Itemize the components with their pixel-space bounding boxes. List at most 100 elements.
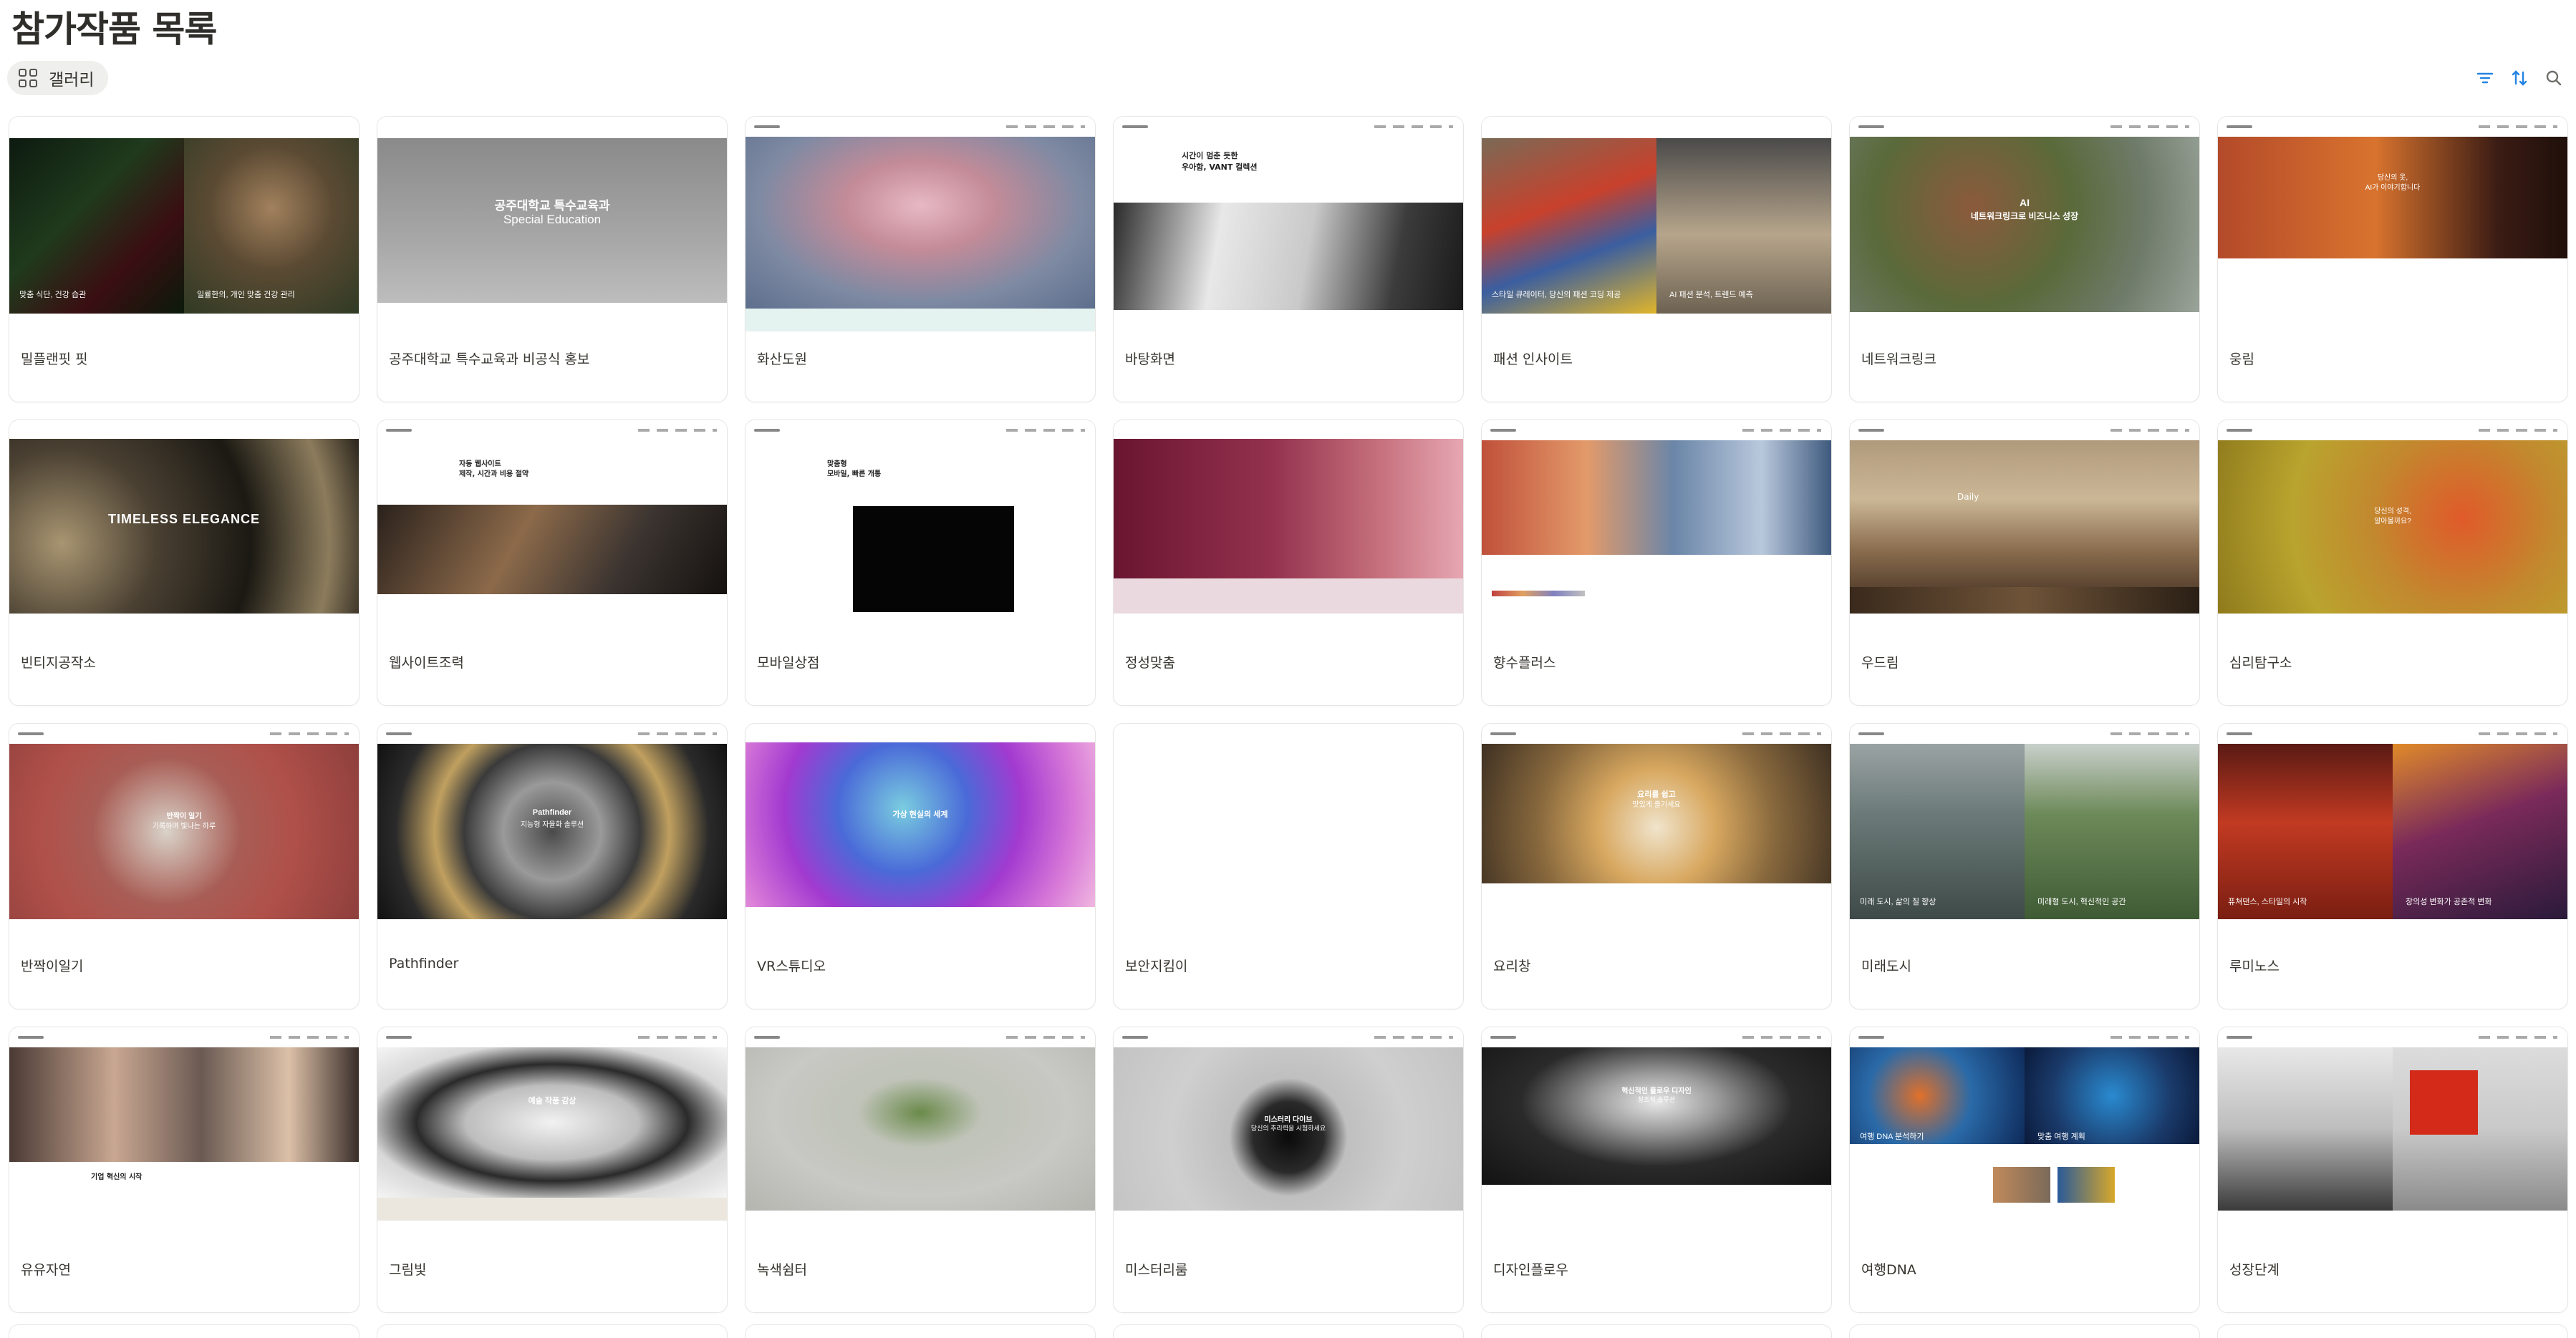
card-title: 디자인플로우 [1493,1262,1568,1278]
card-thumbnail: 요리를 쉽고 맛있게 즐기세요 [1482,724,1831,939]
gallery-card[interactable]: 예술 작품 감상 그림빛 [377,1027,728,1313]
gallery-card[interactable]: 향수플러스 [1481,420,1832,706]
card-caption-right: AI 패션 분석, 트렌드 예측 [1669,291,1753,299]
gallery-partial-row [9,1324,2572,1338]
card-thumbnail: TIMELESS ELEGANCE [9,420,359,635]
gallery-card[interactable]: 스타일 큐레이터, 당신의 패션 코딩 제공 AI 패션 분석, 트렌드 예측 … [1481,116,1832,402]
card-title: 요리창 [1493,959,1531,974]
gallery-card[interactable]: 성장단계 [2217,1027,2568,1313]
card-title: 웹사이트조력 [389,655,464,671]
gallery-card[interactable]: 화산도원 [745,116,1096,402]
card-title: Pathfinder [389,956,459,971]
gallery-card[interactable]: 가상 현실의 세계 VR스튜디오 [745,723,1096,1009]
gallery-card[interactable]: 맞춤 식단, 건강 습관 일률한의, 개인 맞춤 건강 관리 밀플랜핏 핏 [9,116,360,402]
card-title: 보안지킴이 [1125,959,1188,974]
gallery-card[interactable] [2217,1324,2568,1338]
card-subline: AI가 이야기합니다 [2365,184,2421,192]
card-thumbnail [746,1027,1095,1242]
card-thumbnail: 맞춤 식단, 건강 습관 일률한의, 개인 맞춤 건강 관리 [9,117,359,331]
card-subline: 지능형 자율화 솔루션 [520,821,584,829]
card-title: 녹색쉼터 [757,1262,807,1278]
gallery-card[interactable]: AI 네트워크링크로 비즈니스 성장 네트워크링크 [1849,116,2200,402]
card-thumbnail [2218,1027,2567,1242]
card-title: 여행DNA [1861,1262,1916,1278]
gallery-card[interactable]: 요리를 쉽고 맛있게 즐기세요 요리창 [1481,723,1832,1009]
card-headline: Daily [1957,492,1979,502]
card-thumbnail: 자동 웹사이트 제작, 시간과 비용 절약 [377,420,727,635]
gallery-card[interactable] [1113,1324,1464,1338]
card-headline: 맞춤형 [827,460,847,468]
sort-icon[interactable] [2510,69,2529,87]
card-title: 미래도시 [1861,959,1911,974]
gallery-card[interactable]: Daily 우드림 [1849,420,2200,706]
gallery-card[interactable] [1481,1324,1832,1338]
gallery-card[interactable]: 혁신적인 플로우 디자인 창조적 솔루션 디자인플로우 [1481,1027,1832,1313]
gallery-card[interactable]: 맞춤형 모바일, 빠른 개통 모바일상점 [745,420,1096,706]
card-title: 정성맞춤 [1125,655,1175,671]
card-thumbnail: 맞춤형 모바일, 빠른 개통 [746,420,1095,635]
gallery-card[interactable]: Pathfinder 지능형 자율화 솔루션 Pathfinder [377,723,728,1009]
card-thumbnail: 기업 혁신의 시작 [9,1027,359,1242]
gallery-grid-icon [19,69,37,87]
card-thumbnail: AI 네트워크링크로 비즈니스 성장 [1850,117,2199,331]
card-headline: 당신의 성격, [2374,508,2411,515]
card-headline: 예술 작품 감상 [528,1097,577,1105]
gallery-card[interactable] [9,1324,360,1338]
gallery-card[interactable]: 시간이 멈춘 듯한 우아함, VANT 컬렉션 바탕화면 [1113,116,1464,402]
gallery-card[interactable]: 미래 도시, 삶의 질 향상 미래형 도시, 혁신적인 공간 미래도시 [1849,723,2200,1009]
card-thumbnail: 시간이 멈춘 듯한 우아함, VANT 컬렉션 [1114,117,1463,331]
card-title: 루미노스 [2229,959,2280,974]
card-headline: 반짝이 일기 [166,813,202,820]
gallery-card[interactable]: 정성맞춤 [1113,420,1464,706]
gallery-card[interactable] [745,1324,1096,1338]
card-headline: 미스터리 다이브 [1264,1116,1313,1124]
card-subline: 모바일, 빠른 개통 [827,470,882,478]
gallery-card[interactable]: 당신의 성격, 알아볼까요? 심리탐구소 [2217,420,2568,706]
card-subline: 당신의 추리력을 시험하세요 [1250,1125,1326,1132]
card-thumbnail [1482,420,1831,635]
card-caption-left: 퓨쳐댄스, 스타일의 시작 [2228,898,2307,906]
gallery-card[interactable]: 공주대학교 특수교육과 Special Education 공주대학교 특수교육… [377,116,728,402]
card-subline: 맛있게 즐기세요 [1632,801,1681,809]
gallery-card[interactable]: 기업 혁신의 시작 유유자연 [9,1027,360,1313]
card-title: 웅림 [2229,352,2254,367]
gallery-card[interactable] [377,1324,728,1338]
card-title: 미스터리룸 [1125,1262,1188,1278]
card-headline: 혁신적인 플로우 디자인 [1621,1087,1692,1095]
card-thumbnail [1114,420,1463,635]
gallery-card[interactable] [1849,1324,2200,1338]
gallery-card[interactable]: 반짝이 일기 기록하며 빛나는 하루 반짝이일기 [9,723,360,1009]
gallery-card[interactable]: 퓨쳐댄스, 스타일의 시작 창의성 변화가 공존적 변화 루미노스 [2217,723,2568,1009]
gallery-card[interactable]: 녹색쉼터 [745,1027,1096,1313]
card-thumbnail: 당신의 성격, 알아볼까요? [2218,420,2567,635]
card-title: 유유자연 [21,1262,71,1278]
gallery-card[interactable]: 미스터리 다이브 당신의 추리력을 시험하세요 미스터리룸 [1113,1027,1464,1313]
card-thumbnail: 미스터리 다이브 당신의 추리력을 시험하세요 [1114,1027,1463,1242]
card-title: 밀플랜핏 핏 [21,352,88,367]
card-caption-left: 여행 DNA 분석하기 [1860,1133,1924,1141]
card-thumbnail: 공주대학교 특수교육과 Special Education [377,117,727,331]
card-title: 네트워크링크 [1861,352,1936,367]
gallery-card[interactable]: 당신의 옷, AI가 이야기합니다 웅림 [2217,116,2568,402]
card-title: VR스튜디오 [757,959,826,974]
card-thumbnail [746,117,1095,331]
card-title: 우드림 [1861,655,1899,671]
card-title: 패션 인사이트 [1493,352,1573,367]
gallery-card[interactable]: TIMELESS ELEGANCE 빈티지공작소 [9,420,360,706]
gallery-card[interactable]: 보안지킴이 [1113,723,1464,1009]
search-icon[interactable] [2544,69,2563,87]
card-caption-left: 맞춤 식단, 건강 습관 [19,291,87,299]
gallery-card[interactable]: 자동 웹사이트 제작, 시간과 비용 절약 웹사이트조력 [377,420,728,706]
card-title: 그림빛 [389,1262,427,1278]
filter-icon[interactable] [2476,69,2494,87]
card-headline: AI [2020,197,2030,208]
card-subline: 우아함, VANT 컬렉션 [1182,163,1258,172]
card-thumbnail: Daily [1850,420,2199,635]
card-caption-left: 스타일 큐레이터, 당신의 패션 코딩 제공 [1492,291,1621,299]
gallery-card[interactable]: 여행 DNA 분석하기 맞춤 여행 계획 여행DNA [1849,1027,2200,1313]
view-tab-gallery[interactable]: 갤러리 [7,61,109,95]
card-headline: 자동 웹사이트 [459,460,501,468]
card-thumbnail: 미래 도시, 삶의 질 향상 미래형 도시, 혁신적인 공간 [1850,724,2199,939]
card-thumbnail: 혁신적인 플로우 디자인 창조적 솔루션 [1482,1027,1831,1242]
card-title: 화산도원 [757,352,807,367]
